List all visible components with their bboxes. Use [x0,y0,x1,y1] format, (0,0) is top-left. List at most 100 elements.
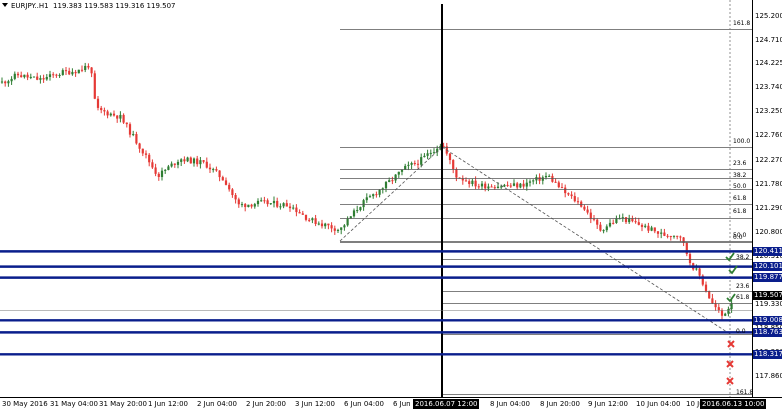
time-tick-label: 2 Jun 04:00 [197,400,238,408]
candle [311,217,314,224]
time-tick-label: 9 Jun 12:00 [588,400,629,408]
candle [701,274,704,287]
candle [541,175,544,185]
price-marker-label: 120.411 [753,246,782,256]
cross-icon [726,377,734,385]
candle [90,67,93,78]
candle [234,193,237,204]
price-tick-label: 120.800 [755,227,782,236]
candle [372,193,375,199]
fib-level-label: 61.8 [736,294,750,301]
candle [567,192,570,196]
time-tick-label: 31 May 20:00 [99,400,148,408]
candle [23,74,26,79]
candle [304,214,308,222]
candle [557,180,560,189]
candle [125,122,128,128]
candle [196,155,199,167]
candle [464,177,468,182]
candle [663,228,666,237]
candle [340,227,343,235]
candle [480,180,484,190]
candle [720,308,724,320]
candle [148,153,151,167]
candle [100,105,103,114]
time-tick-label: 30 May 2016 [2,400,48,408]
candle [276,197,279,209]
price-marker-label: 119.008 [753,315,782,325]
fib-level-label: 38.2 [736,254,750,261]
candle [80,65,84,73]
price-marker-label: 118.763 [753,327,782,337]
candle [324,222,327,229]
candle [576,197,580,205]
candle [640,223,644,232]
candle [423,153,426,158]
price-marker-label: 119.877 [753,273,782,283]
candle [519,182,522,189]
candle [250,203,253,209]
time-axis[interactable]: 30 May 2016 31 May 04:00 31 May 20:00 1 Jun… [0,397,782,411]
candle [26,72,29,81]
candle [269,203,272,205]
candle [404,163,407,170]
candle [644,223,647,229]
candle [135,131,138,145]
candle [173,163,176,168]
candle [397,171,400,178]
candle [416,159,420,169]
candle [103,107,106,116]
candle [154,163,157,177]
candle [52,72,55,78]
candle [352,208,356,218]
price-axis[interactable]: 125.200 124.710 124.225 123.740 123.250 122.7… [752,0,782,397]
candle [471,178,474,187]
candle [554,178,557,183]
candle [253,202,256,209]
candle [138,142,141,153]
candle [608,219,612,228]
plot-area[interactable]: 161.8 100.0 23.6 38.2 50.0 61.8 61.8 50.0 0.0 38.… [0,0,752,397]
candle [112,110,116,117]
candle [320,219,324,229]
time-tick-label: 3 Jun 12:00 [295,400,336,408]
candle [96,96,100,111]
fib-level-label: 50.0 [733,183,747,190]
fib-trend-line [339,146,443,242]
candle [676,235,679,240]
candle [202,160,205,164]
candle [327,223,330,230]
time-cursor-label: 2016.06.13 10:00 [700,399,767,409]
time-cursor-label: 2016.06.07 12:00 [413,399,480,409]
menu-arrow-icon[interactable] [2,3,8,7]
price-tick-label: 124.710 [755,35,782,44]
candle [346,216,349,227]
candle [7,79,10,87]
candle [589,208,592,224]
candle [151,159,154,169]
candle [685,242,688,257]
candle [724,312,727,317]
candle [212,167,215,173]
candle [570,191,573,199]
candle [384,180,388,193]
chart-canvas[interactable] [0,0,752,397]
candle [669,235,672,241]
candle [727,306,730,317]
candle [308,217,311,223]
candle [711,293,714,304]
price-tick-label: 124.225 [755,59,782,68]
candle [122,113,125,124]
candle [509,183,512,189]
candle [468,179,471,188]
chart-window[interactable]: 161.8 100.0 23.6 38.2 50.0 61.8 61.8 50.0 0.0 38.… [0,0,782,411]
candle [602,229,605,234]
candle [628,214,631,224]
time-tick-label: 8 Jun 04:00 [490,400,531,408]
candle [448,152,452,165]
candle [532,179,535,185]
candle [272,196,276,208]
candle [167,164,170,171]
candle [10,76,13,85]
candle [141,148,144,157]
